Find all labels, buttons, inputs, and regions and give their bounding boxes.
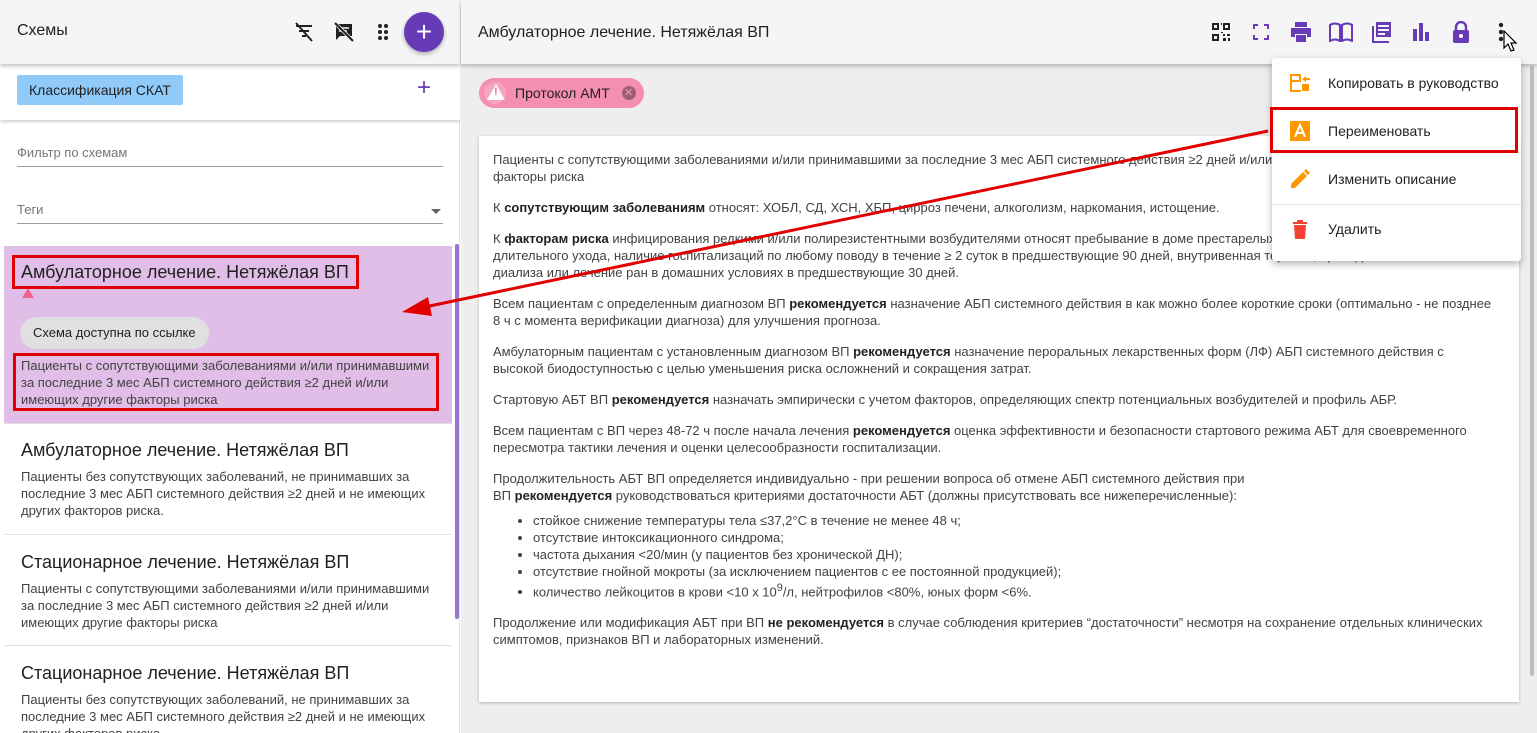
mouse-cursor-icon bbox=[1503, 30, 1517, 52]
text: Продолжительность АБТ ВП определяется ин… bbox=[493, 471, 1245, 486]
text: /л, нейтрофилов <80%, юных форм <6%. bbox=[782, 584, 1032, 600]
scheme-card[interactable]: Амбулаторное лечение. Нетяжёлая ВП Пацие… bbox=[4, 424, 452, 535]
schemes-title: Схемы bbox=[17, 22, 68, 39]
text: Продолжение или модификация АБТ при ВП bbox=[493, 615, 768, 631]
paragraph: Продолжение или модификация АБТ при ВП н… bbox=[493, 614, 1493, 648]
drag-handle-icon[interactable] bbox=[371, 20, 395, 44]
filter-off-icon[interactable] bbox=[292, 20, 316, 44]
list-item: стойкое снижение температуры тела ≤37,2°… bbox=[533, 512, 1493, 529]
qr-code-icon[interactable] bbox=[1209, 20, 1233, 44]
menu-item-edit-description[interactable]: Изменить описание bbox=[1272, 155, 1521, 203]
dropdown-arrow-icon bbox=[431, 209, 441, 214]
scheme-description: Пациенты без сопутствующих заболеваний, … bbox=[21, 469, 426, 518]
schemes-panel: Схемы + Классификация СКАТ + Фильтр по с… bbox=[0, 0, 460, 733]
scheme-title: Амбулаторное лечение. Нетяжёлая ВП bbox=[21, 440, 349, 460]
bold-text: рекомендуется bbox=[852, 423, 951, 438]
paragraph: Стартовую АБТ ВП рекомендуется назначать… bbox=[493, 391, 1493, 408]
text: Всем пациентам с определенным диагнозом … bbox=[493, 296, 790, 311]
bold-text: сопутствующим заболеваниям bbox=[504, 200, 706, 215]
scheme-description: Пациенты с сопутствующими заболеваниями … bbox=[21, 581, 430, 630]
link-access-badge: Схема доступна по ссылке bbox=[20, 317, 209, 349]
detail-scrollbar[interactable] bbox=[1530, 66, 1534, 676]
list-item: отсутствие интоксикационного синдрома; bbox=[533, 529, 1493, 546]
text: факторы риска bbox=[493, 169, 585, 184]
protocol-chip-label: Протокол АМТ bbox=[515, 85, 610, 101]
menu-item-label: Изменить описание bbox=[1328, 171, 1457, 187]
delete-icon bbox=[1288, 217, 1312, 241]
add-scheme-button[interactable]: + bbox=[404, 12, 444, 52]
schemes-scrollbar[interactable] bbox=[455, 244, 459, 619]
bold-text: рекомендуется bbox=[611, 392, 710, 407]
scheme-filter-placeholder: Фильтр по схемам bbox=[17, 145, 128, 160]
highlight-box-scheme-title bbox=[12, 255, 359, 289]
classification-chip[interactable]: Классификация СКАТ bbox=[17, 75, 183, 105]
exclamation-mark: ! bbox=[494, 86, 498, 98]
paragraph: Амбулаторным пациентам с установленным д… bbox=[493, 343, 1493, 377]
scheme-card[interactable]: Стационарное лечение. Нетяжёлая ВП Пацие… bbox=[4, 646, 452, 733]
bar-chart-icon[interactable] bbox=[1409, 20, 1433, 44]
print-icon[interactable] bbox=[1289, 20, 1313, 44]
list-item: отсутствие гнойной мокроты (за исключени… bbox=[533, 563, 1493, 580]
fullscreen-icon[interactable] bbox=[1249, 20, 1273, 44]
tags-select[interactable]: Теги bbox=[17, 200, 443, 224]
chip-close-icon[interactable]: ✕ bbox=[621, 86, 636, 101]
criteria-list: стойкое снижение температуры тела ≤37,2°… bbox=[533, 512, 1493, 600]
detail-title: Амбулаторное лечение. Нетяжёлая ВП bbox=[478, 24, 770, 41]
bold-text: рекомендуется bbox=[789, 296, 887, 311]
protocol-chip[interactable]: ! Протокол АМТ ✕ bbox=[479, 78, 644, 108]
scheme-title: Стационарное лечение. Нетяжёлая ВП bbox=[21, 663, 350, 683]
text: Пациенты с сопутствующими заболеваниями … bbox=[493, 152, 1378, 167]
lock-icon[interactable] bbox=[1449, 20, 1473, 44]
copy-to-guide-icon bbox=[1288, 71, 1312, 95]
edit-icon bbox=[1288, 167, 1312, 191]
scheme-card[interactable]: Стационарное лечение. Нетяжёлая ВП Пацие… bbox=[4, 535, 452, 646]
bold-text: не рекомендуется bbox=[767, 615, 884, 631]
text: Всем пациентам с ВП через 48-72 ч после … bbox=[493, 423, 853, 438]
highlight-box-scheme-description bbox=[13, 353, 439, 411]
text: Стартовую АБТ ВП bbox=[493, 392, 612, 407]
paragraph: Всем пациентам с ВП через 48-72 ч после … bbox=[493, 422, 1493, 456]
list-item: количество лейкоцитов в крови <10 х 109/… bbox=[533, 580, 1493, 600]
highlight-box-rename bbox=[1270, 107, 1518, 153]
warning-icon bbox=[22, 288, 34, 298]
add-classification-button[interactable]: + bbox=[414, 76, 434, 100]
detail-header: Амбулаторное лечение. Нетяжёлая ВП bbox=[461, 0, 1537, 64]
text: Амбулаторным пациентам с установленным д… bbox=[493, 344, 854, 359]
menu-item-label: Копировать в руководство bbox=[1328, 75, 1499, 91]
menu-item-label: Удалить bbox=[1328, 221, 1382, 237]
scheme-title: Стационарное лечение. Нетяжёлая ВП bbox=[21, 552, 350, 572]
menu-item-copy-to-guide[interactable]: Копировать в руководство bbox=[1272, 59, 1521, 107]
bold-text: факторам риска bbox=[504, 231, 609, 246]
tags-placeholder: Теги bbox=[17, 202, 44, 217]
text: количество лейкоцитов в крови <10 х 10 bbox=[533, 584, 777, 600]
bold-text: рекомендуется bbox=[514, 488, 613, 503]
text: руководствоваться критериями достаточнос… bbox=[612, 488, 1237, 503]
text: относят: ХОБЛ, СД, ХСН, ХБП, цирроз пече… bbox=[705, 200, 1220, 215]
schemes-header: Схемы + bbox=[0, 0, 460, 64]
more-actions-menu: Копировать в руководство Переименовать И… bbox=[1272, 58, 1521, 261]
text: К bbox=[493, 231, 505, 246]
app-window: Схемы + Классификация СКАТ + Фильтр по с… bbox=[0, 0, 1537, 733]
text: ВП bbox=[493, 488, 515, 503]
paragraph: Продолжительность АБТ ВП определяется ин… bbox=[493, 470, 1493, 504]
text: К bbox=[493, 200, 505, 215]
text: назначать эмпирически с учетом факторов,… bbox=[709, 392, 1397, 407]
scheme-filter-input[interactable]: Фильтр по схемам bbox=[17, 143, 443, 167]
book-icon[interactable] bbox=[1329, 20, 1353, 44]
scheme-description: Пациенты без сопутствующих заболеваний, … bbox=[21, 692, 426, 733]
bold-text: рекомендуется bbox=[853, 344, 951, 359]
paragraph: Всем пациентам с определенным диагнозом … bbox=[493, 295, 1493, 329]
menu-item-delete[interactable]: Удалить bbox=[1272, 205, 1521, 253]
comment-off-icon[interactable] bbox=[332, 20, 356, 44]
list-item: частота дыхания <20/мин (у пациентов без… bbox=[533, 546, 1493, 563]
library-icon[interactable] bbox=[1369, 20, 1393, 44]
